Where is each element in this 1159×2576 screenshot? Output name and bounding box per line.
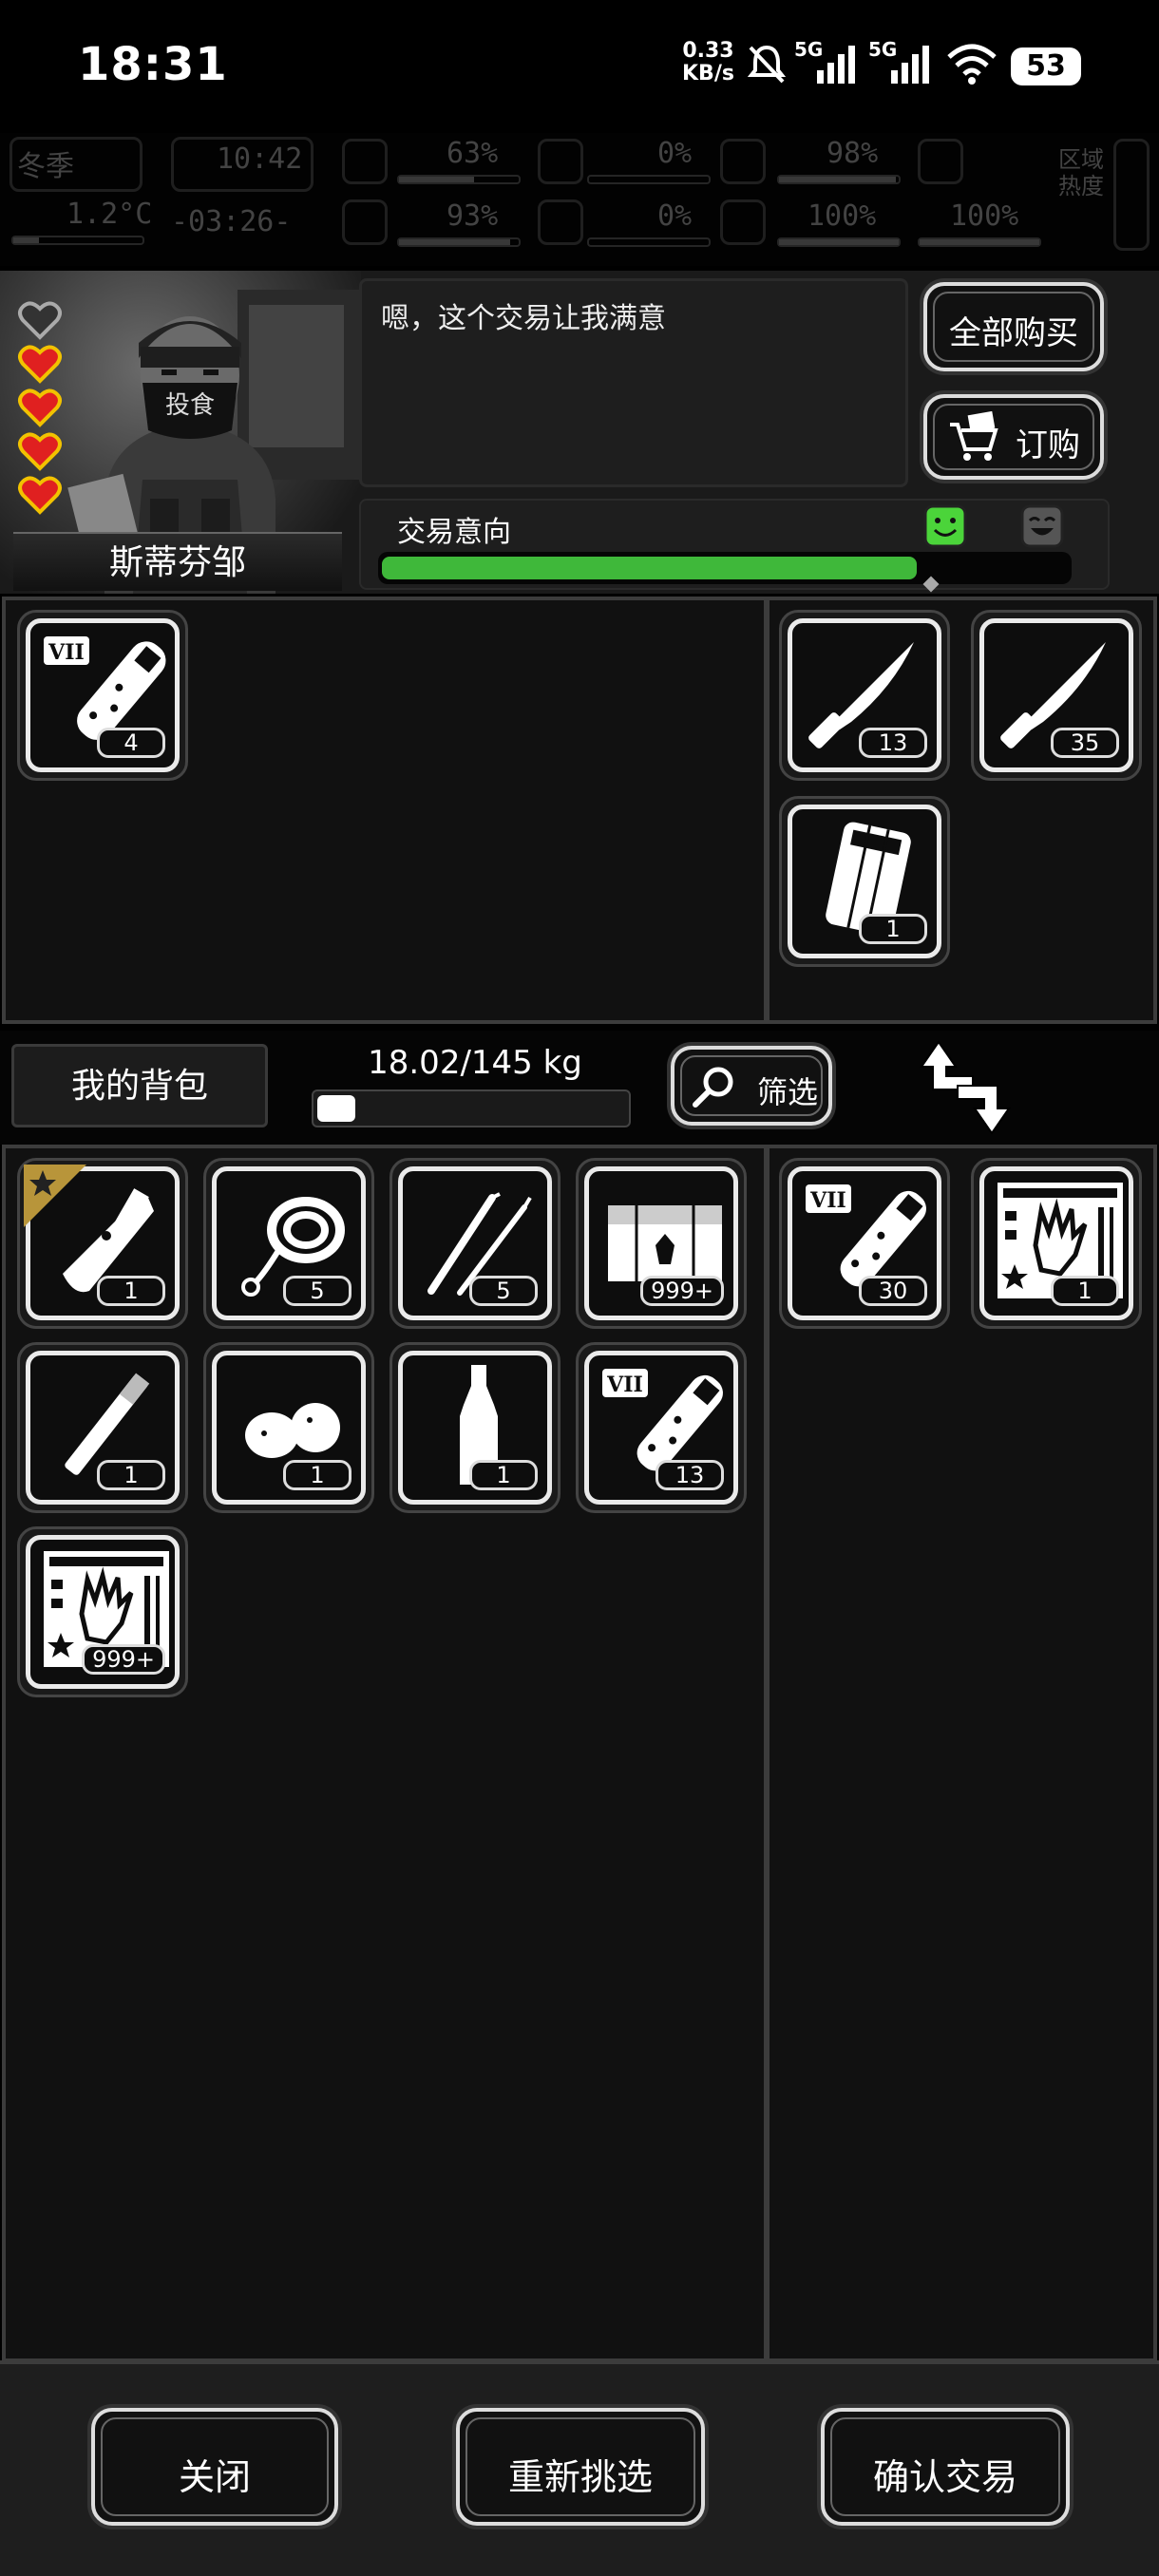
item-count: 999+ — [82, 1644, 165, 1675]
dialogue-text: 嗯，这个交易让我满意 — [381, 302, 666, 335]
trade-intent-fill — [382, 557, 917, 579]
item-count: 1 — [283, 1460, 352, 1490]
trade-intent-bar — [378, 552, 1072, 584]
filter-button[interactable]: 筛选 — [671, 1046, 832, 1126]
my-offer-slot-zombie-card[interactable]: 1 — [971, 1158, 1142, 1329]
dialogue-box: 嗯，这个交易让我满意 — [359, 278, 908, 487]
trader-item-slot-vial[interactable]: VII 4 — [17, 610, 188, 781]
item-count: 13 — [656, 1460, 724, 1490]
heart-filled-icon — [18, 476, 62, 515]
item-count: 1 — [859, 914, 927, 944]
heart-filled-icon — [18, 345, 62, 384]
trade-intent-panel: 交易意向 — [359, 499, 1110, 593]
svg-text:投食: 投食 — [165, 391, 215, 420]
item-count: 1 — [1051, 1276, 1119, 1306]
item-count: 1 — [97, 1460, 165, 1490]
weight-bar — [312, 1089, 631, 1127]
my-item-slot-lockpick[interactable]: 5 — [390, 1158, 560, 1329]
trader-favor-hearts — [17, 299, 63, 518]
trader-area: 投食 斯蒂芬邹 嗯，这个交易让我满意 全部购买 订购 交易意向 — [0, 271, 1159, 594]
favorite-star-icon — [24, 1165, 86, 1227]
confirm-trade-label: 确认交易 — [872, 2456, 1017, 2498]
trade-intent-label: 交易意向 — [397, 516, 511, 549]
my-item-slot-bottle[interactable]: 1 — [390, 1342, 560, 1513]
trader-offer-slot-knife-2[interactable]: 35 — [971, 610, 1142, 781]
my-item-slot-multitool[interactable]: 1 — [17, 1158, 188, 1329]
season-label: 冬季 — [17, 150, 74, 183]
wifi-icon — [947, 44, 997, 85]
trader-offer-panel: 13 35 1 — [766, 597, 1157, 1024]
trader-offer-slot-pack[interactable]: 1 — [779, 796, 950, 967]
svg-text:VII: VII — [809, 1188, 846, 1213]
network-speed: 0.33 KB/s — [682, 39, 734, 85]
order-button[interactable]: 订购 — [923, 394, 1104, 480]
close-label: 关闭 — [178, 2456, 251, 2498]
reselect-label: 重新挑选 — [507, 2456, 653, 2498]
trader-offer-slot-knife[interactable]: 13 — [779, 610, 950, 781]
temperature-value: 1.2°C — [66, 198, 153, 231]
swap-arrows-icon[interactable] — [918, 1038, 1013, 1137]
trader-name: 斯蒂芬邹 — [13, 532, 342, 591]
svg-text:VII: VII — [48, 640, 85, 665]
heart-filled-icon — [18, 432, 62, 471]
confirm-trade-button[interactable]: 确认交易 — [821, 2408, 1070, 2526]
buy-all-label: 全部购买 — [949, 314, 1078, 352]
item-count: 30 — [859, 1276, 927, 1306]
my-offer-slot-vial[interactable]: VII 30 — [779, 1158, 950, 1329]
order-label: 订购 — [1016, 426, 1080, 464]
item-count: 35 — [1051, 728, 1119, 758]
heart-filled-icon — [18, 388, 62, 427]
my-item-slot-vial[interactable]: VII 13 — [576, 1342, 747, 1513]
backpack-title: 我的背包 — [11, 1044, 268, 1127]
mute-bell-icon — [747, 45, 787, 84]
item-count: 13 — [859, 728, 927, 758]
my-item-slot-rope[interactable]: 5 — [203, 1158, 374, 1329]
item-count: 1 — [469, 1460, 538, 1490]
reselect-button[interactable]: 重新挑选 — [456, 2408, 705, 2526]
battery-indicator: 53 — [1011, 47, 1081, 85]
close-button[interactable]: 关闭 — [91, 2408, 338, 2526]
item-count: 5 — [283, 1276, 352, 1306]
trader-inventory-panel: VII 4 — [2, 597, 768, 1024]
item-count: 999+ — [640, 1276, 724, 1306]
backpack-bar: 我的背包 18.02/145 kg 筛选 — [0, 1031, 1159, 1145]
svg-text:VII: VII — [606, 1373, 643, 1397]
signal-icon-2 — [891, 46, 929, 84]
backpack-weight: 18.02/145 kg — [368, 1044, 582, 1082]
my-item-slot-zombie-card[interactable]: 999+ — [17, 1526, 188, 1697]
my-item-slot-cigarette[interactable]: 1 — [17, 1342, 188, 1513]
region-heat-label: 区域热度 — [1058, 146, 1104, 199]
countdown-value: -03:26- — [171, 205, 292, 238]
my-inventory-panel: 1 5 5 999+ 1 1 1 VII 13 999+ — [2, 1145, 768, 2362]
action-bar: 关闭 重新挑选 确认交易 — [0, 2360, 1159, 2576]
status-bar: 18:31 0.33 KB/s 5G 5G 53 — [0, 0, 1159, 133]
item-count: 4 — [97, 728, 165, 758]
clock: 18:31 — [78, 38, 228, 91]
signal-icon — [817, 46, 855, 84]
smile-face-icon — [923, 504, 967, 548]
my-item-slot-nuts[interactable]: 1 — [203, 1342, 374, 1513]
weight-bar-fill — [317, 1095, 355, 1122]
filter-label: 筛选 — [756, 1074, 818, 1110]
clock-value: 10:42 — [217, 142, 303, 176]
grin-face-icon — [1020, 504, 1064, 548]
my-offer-panel: VII 30 1 — [766, 1145, 1157, 2362]
my-item-slot-crate[interactable]: 999+ — [576, 1158, 747, 1329]
heart-empty-icon — [18, 301, 62, 340]
item-count: 1 — [97, 1276, 165, 1306]
survival-hud: 冬季 1.2°C 10:42 -03:26- 63% 93% 0% 0% 98%… — [0, 133, 1159, 266]
item-count: 5 — [469, 1276, 538, 1306]
buy-all-button[interactable]: 全部购买 — [923, 282, 1104, 371]
